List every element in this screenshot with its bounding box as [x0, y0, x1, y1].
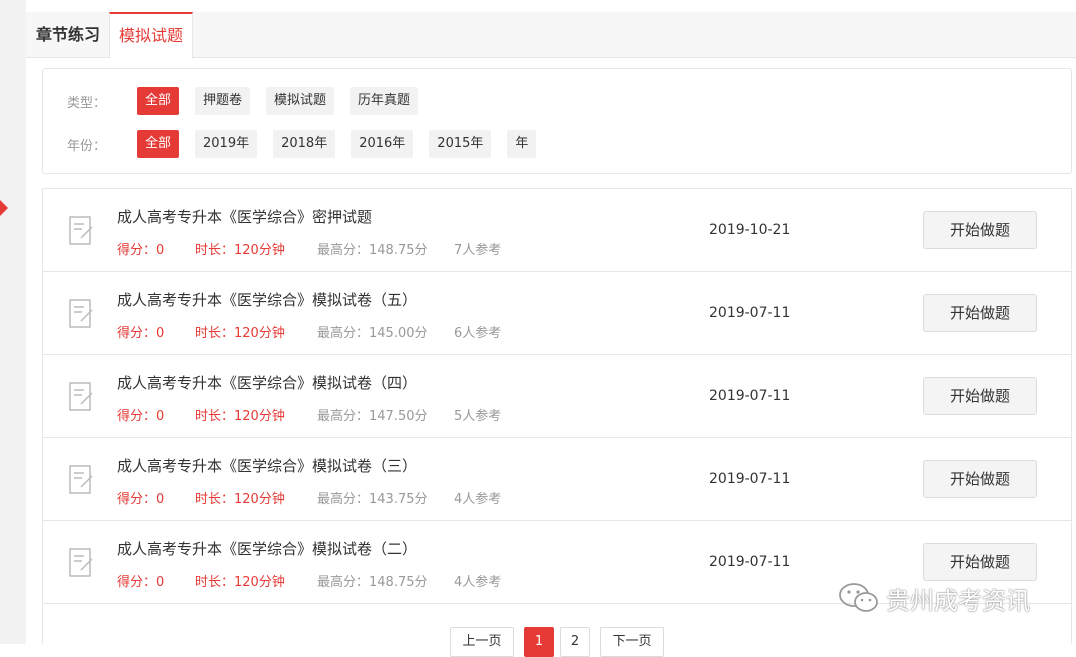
prev-page-button[interactable]: 上一页	[450, 627, 514, 657]
exam-list: 成人高考专升本《医学综合》密押试题 得分：0 时长：120分钟 最高分：148.…	[42, 188, 1072, 644]
exam-duration: 时长：120分钟	[195, 575, 285, 590]
exam-best-score: 最高分：143.75分	[317, 492, 428, 507]
exam-duration: 时长：120分钟	[195, 243, 285, 258]
exam-participants: 4人参考	[454, 492, 502, 507]
exam-duration: 时长：120分钟	[195, 326, 285, 341]
exam-duration: 时长：120分钟	[195, 492, 285, 507]
exam-score: 得分：0	[117, 575, 165, 590]
exam-score: 得分：0	[117, 326, 165, 341]
year-chip-all[interactable]: 全部	[137, 130, 180, 158]
document-icon	[69, 216, 93, 245]
start-exam-button[interactable]: 开始做题	[923, 460, 1037, 498]
exam-participants: 5人参考	[454, 409, 502, 424]
exam-best-score: 最高分：148.75分	[317, 575, 428, 590]
exam-title[interactable]: 成人高考专升本《医学综合》模拟试卷（二）	[117, 538, 417, 559]
exam-row: 成人高考专升本《医学综合》模拟试卷（三） 得分：0 时长：120分钟 最高分：1…	[43, 438, 1071, 521]
year-chip-2019[interactable]: 2019年	[195, 130, 258, 158]
exam-best-score: 最高分：148.75分	[317, 243, 428, 258]
type-chip-mock[interactable]: 模拟试题	[266, 87, 335, 115]
page-button-1[interactable]: 1	[524, 627, 554, 657]
start-exam-button[interactable]: 开始做题	[923, 211, 1037, 249]
left-gutter	[0, 0, 26, 644]
type-filter-row: 类型： 全部 押题卷 模拟试题 历年真题	[67, 87, 434, 115]
exam-duration: 时长：120分钟	[195, 409, 285, 424]
start-exam-button[interactable]: 开始做题	[923, 543, 1037, 581]
exam-date: 2019-07-11	[709, 554, 791, 570]
exam-date: 2019-10-21	[709, 222, 791, 238]
watermark-text: 贵州成考资讯	[886, 586, 1030, 615]
year-chip-2016[interactable]: 2016年	[351, 130, 414, 158]
filter-panel: 类型： 全部 押题卷 模拟试题 历年真题 年份： 全部 2019年 2018年 …	[42, 68, 1072, 174]
type-chip-all[interactable]: 全部	[137, 87, 180, 115]
document-icon	[69, 299, 93, 328]
exam-best-score: 最高分：145.00分	[317, 326, 428, 341]
type-chip-predicted[interactable]: 押题卷	[195, 87, 251, 115]
exam-participants: 7人参考	[454, 243, 502, 258]
document-icon	[69, 465, 93, 494]
exam-row: 成人高考专升本《医学综合》密押试题 得分：0 时长：120分钟 最高分：148.…	[43, 189, 1071, 272]
tab-chapter-practice[interactable]: 章节练习	[36, 12, 100, 58]
exam-title[interactable]: 成人高考专升本《医学综合》模拟试卷（三）	[117, 455, 417, 476]
exam-row: 成人高考专升本《医学综合》模拟试卷（四） 得分：0 时长：120分钟 最高分：1…	[43, 355, 1071, 438]
main-content: 章节练习 模拟试题 类型： 全部 押题卷 模拟试题 历年真题 年份： 全部 20…	[26, 0, 1076, 657]
year-chip-2015[interactable]: 2015年	[429, 130, 492, 158]
type-chip-past[interactable]: 历年真题	[350, 87, 419, 115]
exam-title[interactable]: 成人高考专升本《医学综合》模拟试卷（五）	[117, 289, 417, 310]
exam-score: 得分：0	[117, 492, 165, 507]
exam-participants: 6人参考	[454, 326, 502, 341]
type-filter-label: 类型：	[67, 95, 107, 111]
exam-title[interactable]: 成人高考专升本《医学综合》密押试题	[117, 206, 372, 227]
document-icon	[69, 548, 93, 577]
collapse-arrow-icon[interactable]	[0, 200, 8, 216]
exam-title[interactable]: 成人高考专升本《医学综合》模拟试卷（四）	[117, 372, 417, 393]
start-exam-button[interactable]: 开始做题	[923, 294, 1037, 332]
exam-date: 2019-07-11	[709, 388, 791, 404]
exam-score: 得分：0	[117, 243, 165, 258]
year-chip-2018[interactable]: 2018年	[273, 130, 336, 158]
exam-participants: 4人参考	[454, 575, 502, 590]
exam-row: 成人高考专升本《医学综合》模拟试卷（五） 得分：0 时长：120分钟 最高分：1…	[43, 272, 1071, 355]
wechat-watermark: 贵州成考资讯	[838, 578, 1030, 618]
tab-bar: 章节练习 模拟试题	[26, 12, 1076, 59]
exam-date: 2019-07-11	[709, 471, 791, 487]
year-filter-row: 年份： 全部 2019年 2018年 2016年 2015年 年	[67, 130, 552, 158]
year-chip-other[interactable]: 年	[507, 130, 537, 158]
exam-best-score: 最高分：147.50分	[317, 409, 428, 424]
next-page-button[interactable]: 下一页	[600, 627, 664, 657]
tab-mock-exams[interactable]: 模拟试题	[109, 12, 194, 59]
exam-score: 得分：0	[117, 409, 165, 424]
wechat-icon	[839, 583, 878, 612]
document-icon	[69, 382, 93, 411]
start-exam-button[interactable]: 开始做题	[923, 377, 1037, 415]
page-button-2[interactable]: 2	[560, 627, 590, 657]
year-filter-label: 年份：	[67, 138, 107, 154]
exam-date: 2019-07-11	[709, 305, 791, 321]
